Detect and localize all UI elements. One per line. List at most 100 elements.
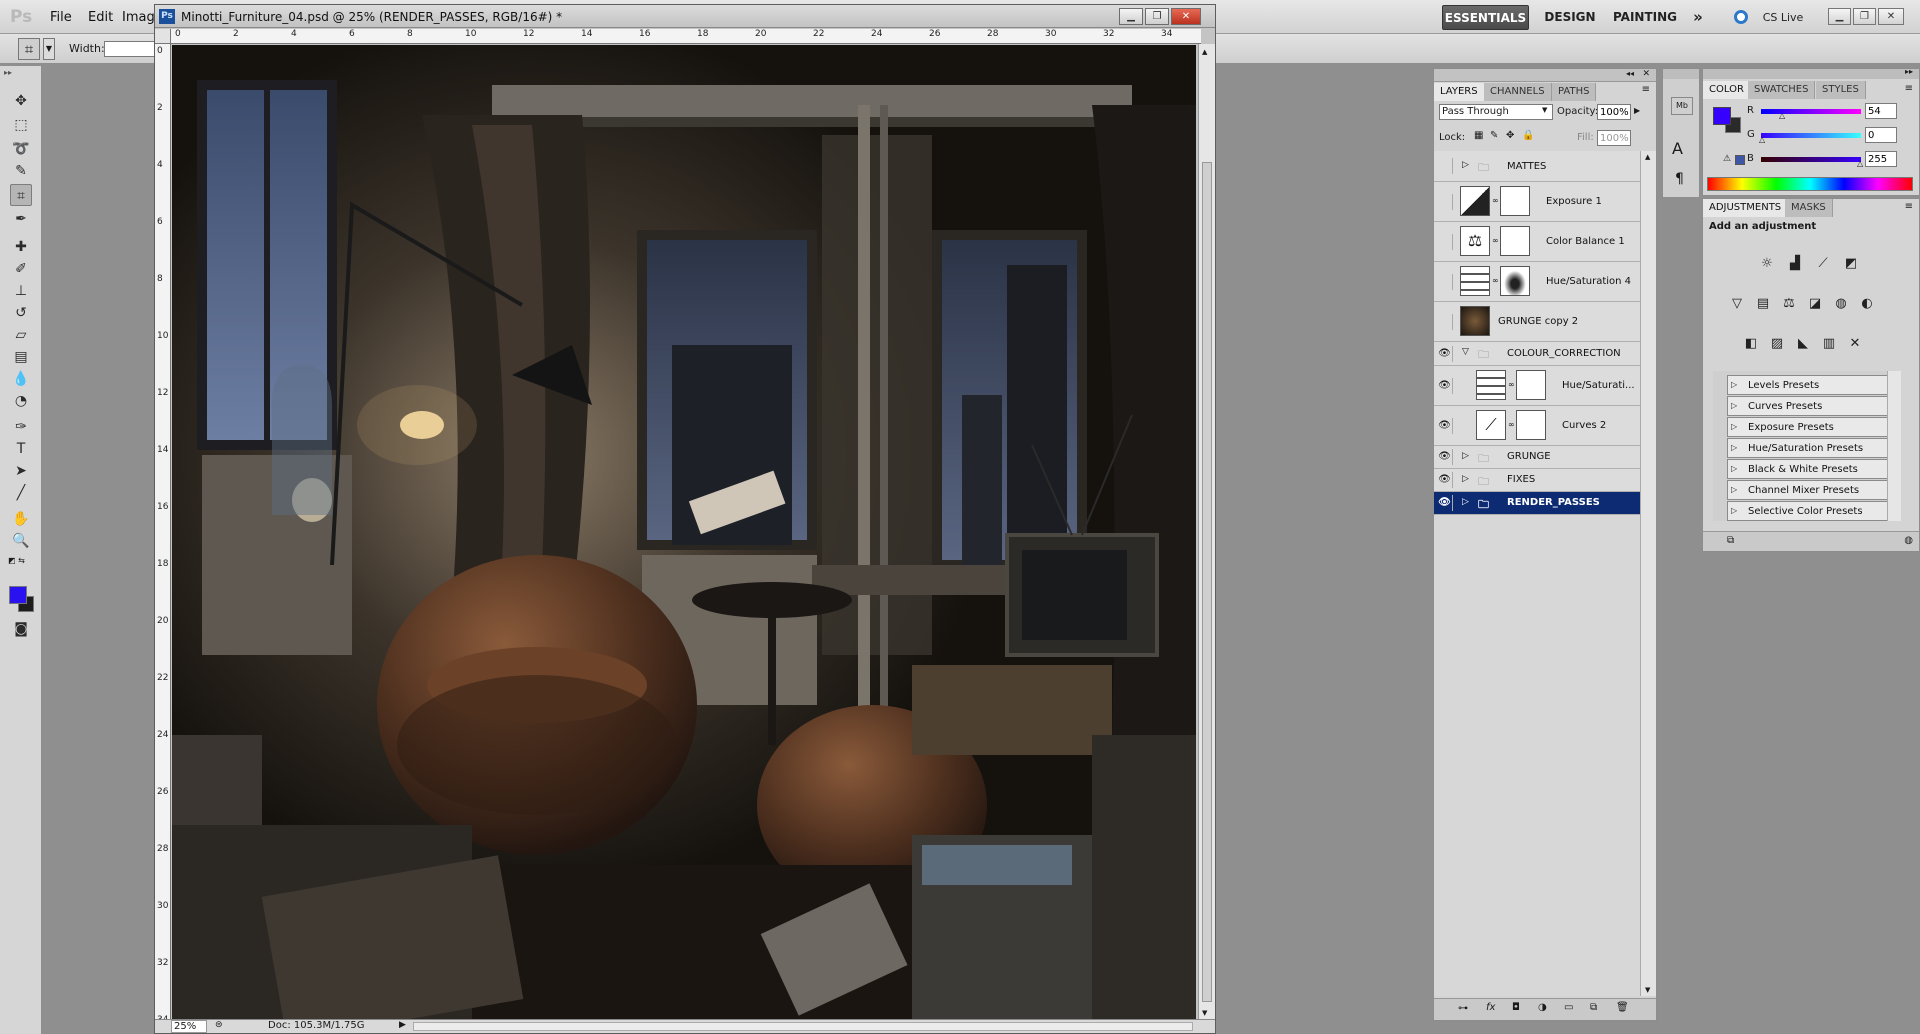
zoom-icon[interactable]: ⊜ [215,1020,223,1030]
panel-menu-icon[interactable]: ≡ [1642,84,1650,95]
ruler-origin[interactable] [155,29,171,44]
tab-swatches[interactable]: SWATCHES [1748,81,1816,99]
layer-mask-thumbnail[interactable] [1500,226,1530,256]
scroll-down-icon[interactable]: ▼ [1645,986,1650,994]
workspace-painting-button[interactable]: PAINTING [1610,5,1680,30]
expand-arrow-icon[interactable]: ▷ [1462,474,1469,484]
more-workspaces-button[interactable]: » [1688,5,1708,30]
clone-stamp-tool-icon[interactable]: ⊥ [10,280,32,302]
tab-adjustments[interactable]: ADJUSTMENTS [1703,199,1789,217]
quick-mask-icon[interactable]: ◙ [10,618,32,640]
hand-tool-icon[interactable]: ✋ [10,508,32,530]
preset-item[interactable]: Levels Presets [1727,375,1899,395]
width-input[interactable] [104,41,158,57]
opacity-input[interactable] [1597,104,1631,120]
eye-icon[interactable]: 👁 [1437,378,1453,394]
preset-item[interactable]: Selective Color Presets [1727,501,1899,521]
layer-row[interactable]: 👁 ▷ 🗀 GRUNGE [1434,446,1640,469]
tab-paths[interactable]: PATHS [1552,83,1597,101]
layers-scrollbar[interactable]: ▲ ▼ [1640,151,1656,996]
canvas-image[interactable] [172,45,1196,1021]
threshold-icon[interactable]: ◣ [1791,333,1815,355]
layer-row-selected[interactable]: 👁 ▷ 🗀 RENDER_PASSES [1434,492,1640,515]
lasso-tool-icon[interactable]: ➰ [10,138,32,160]
menu-edit[interactable]: Edit [88,10,113,25]
foreground-color-swatch[interactable] [1713,107,1731,125]
new-layer-icon[interactable]: ⧉ [1590,1002,1597,1013]
green-slider[interactable] [1761,133,1861,138]
layer-row[interactable]: GRUNGE copy 2 [1434,302,1640,342]
expand-arrow-icon[interactable]: ▷ [1731,380,1737,389]
panel-menu-icon[interactable]: ≡ [1905,201,1913,212]
expand-arrow-icon[interactable]: ▷ [1731,506,1737,515]
path-selection-tool-icon[interactable]: ➤ [10,460,32,482]
restore-icon[interactable]: ❐ [1853,8,1876,25]
layer-row[interactable]: ⚖ ∞ Color Balance 1 [1434,222,1640,262]
gamut-warning-icon[interactable]: ⚠ [1723,154,1731,164]
eraser-tool-icon[interactable]: ▱ [10,324,32,346]
type-tool-icon[interactable]: T [10,438,32,460]
expand-arrow-icon[interactable]: ▷ [1462,497,1469,507]
brush-tool-icon[interactable]: ✐ [10,258,32,280]
blue-slider-handle-icon[interactable]: △ [1857,159,1863,168]
levels-icon[interactable]: ▟ [1783,253,1807,275]
eye-icon[interactable]: 👁 [1437,495,1453,511]
add-mask-icon[interactable]: ◘ [1512,1002,1520,1013]
menu-file[interactable]: File [50,10,72,25]
expand-arrow-icon[interactable]: ▷ [1731,464,1737,473]
invert-icon[interactable]: ◧ [1739,333,1763,355]
expand-arrow-icon[interactable]: ▷ [1731,443,1737,452]
paragraph-icon[interactable]: ¶ [1675,171,1684,187]
green-slider-handle-icon[interactable]: △ [1759,135,1765,144]
panel-menu-icon[interactable]: ≡ [1905,83,1913,94]
visibility-toggle[interactable] [1437,314,1453,330]
blur-tool-icon[interactable]: 💧 [10,368,32,390]
preset-item[interactable]: Channel Mixer Presets [1727,480,1899,500]
eye-icon[interactable]: 👁 [1437,418,1453,434]
history-brush-tool-icon[interactable]: ↺ [10,302,32,324]
doc-close-icon[interactable]: ✕ [1171,8,1201,25]
color-ramp[interactable] [1707,177,1913,191]
character-icon[interactable]: A [1672,139,1683,158]
lock-all-icon[interactable]: 🔒 [1522,130,1534,141]
scroll-up-icon[interactable]: ▲ [1645,153,1650,161]
mini-bridge-icon[interactable]: Mb [1671,97,1693,115]
collapse-icon[interactable]: ▸▸ [4,68,12,77]
layer-mask-thumbnail[interactable] [1516,410,1546,440]
channel-mixer-icon[interactable]: ◐ [1855,293,1879,315]
expand-arrow-icon[interactable]: ▷ [1462,451,1469,461]
quick-select-tool-icon[interactable]: ✎ [10,160,32,182]
crop-tool-icon[interactable]: ⌗ [10,184,32,206]
pen-tool-icon[interactable]: ✑ [10,416,32,438]
dock-header[interactable] [1663,69,1699,79]
lock-position-icon[interactable]: ✥ [1506,130,1514,141]
tab-color[interactable]: COLOR [1703,81,1751,99]
info-menu-arrow-icon[interactable]: ▶ [399,1020,406,1030]
layer-row[interactable]: 👁 ∞ Hue/Saturati... [1434,366,1640,406]
cs-live-icon[interactable] [1734,10,1748,24]
collapse-panel-icon[interactable]: ▸▸ [1905,67,1913,76]
toggle-expand-icon[interactable]: ◍ [1904,535,1913,546]
close-panel-icon[interactable]: ✕ [1642,69,1650,79]
gradient-map-icon[interactable]: ▥ [1817,333,1841,355]
visibility-toggle[interactable] [1437,194,1453,210]
layer-mask-thumbnail[interactable] [1516,370,1546,400]
expand-arrow-icon[interactable]: ▷ [1731,485,1737,494]
layer-style-icon[interactable]: fx [1486,1002,1495,1013]
blend-mode-select[interactable]: Pass Through [1439,104,1553,120]
exposure-icon[interactable]: ◩ [1839,253,1863,275]
expand-arrow-icon[interactable]: ▷ [1731,422,1737,431]
layer-row[interactable]: ▷ 🗀 MATTES [1434,151,1640,182]
visibility-toggle[interactable] [1437,274,1453,290]
curves-icon[interactable]: ⟋ [1811,253,1835,275]
visibility-toggle[interactable] [1437,234,1453,250]
vertical-scrollbar[interactable]: ▲ ▼ [1198,44,1215,1021]
layer-mask-thumbnail[interactable] [1500,266,1530,296]
chevron-down-icon[interactable]: ▼ [43,38,55,60]
chevron-down-icon[interactable]: ▼ [1542,106,1547,114]
red-slider-handle-icon[interactable]: △ [1779,111,1785,120]
zoom-tool-icon[interactable]: 🔍 [10,530,32,552]
line-tool-icon[interactable]: ╱ [10,482,32,504]
vibrance-icon[interactable]: ▽ [1725,293,1749,315]
preset-item[interactable]: Black & White Presets [1727,459,1899,479]
